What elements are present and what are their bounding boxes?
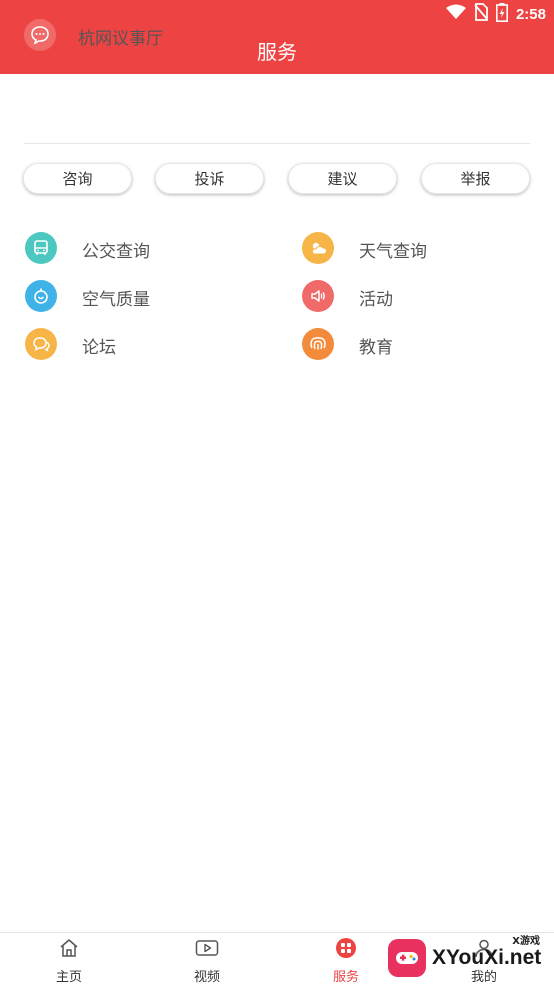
report-button[interactable]: 举报 bbox=[421, 163, 530, 194]
hall-label: 杭网议事厅 bbox=[78, 29, 163, 49]
tab-home[interactable]: 主页 bbox=[29, 937, 109, 985]
bus-icon bbox=[25, 232, 57, 264]
watermark: XYouXi.net X游戏 bbox=[388, 930, 554, 986]
watermark-subtext: X游戏 bbox=[512, 936, 540, 947]
no-sim-icon bbox=[474, 3, 488, 25]
tab-video-label: 视频 bbox=[193, 970, 220, 985]
service-air-quality[interactable]: 空气质量 bbox=[25, 279, 255, 313]
speaker-icon bbox=[302, 280, 334, 312]
air-quality-icon bbox=[25, 280, 57, 312]
gamepad-icon bbox=[388, 939, 426, 977]
service-forum[interactable]: 论坛 bbox=[25, 327, 255, 361]
service-label: 空气质量 bbox=[82, 290, 150, 310]
education-icon bbox=[302, 328, 334, 360]
service-label: 教育 bbox=[359, 338, 393, 358]
service-bus-query[interactable]: 公交查询 bbox=[25, 231, 255, 265]
battery-icon bbox=[495, 2, 508, 26]
tab-services[interactable]: 服务 bbox=[306, 937, 386, 985]
service-label: 活动 bbox=[359, 290, 393, 310]
service-weather-query[interactable]: 天气查询 bbox=[302, 231, 532, 265]
video-icon bbox=[195, 937, 219, 963]
service-label: 天气查询 bbox=[359, 242, 427, 262]
chat-bubble-icon bbox=[24, 19, 56, 51]
consult-button[interactable]: 咨询 bbox=[23, 163, 132, 194]
status-bar: 2:58 bbox=[445, 0, 546, 28]
tab-home-label: 主页 bbox=[55, 970, 82, 985]
divider bbox=[24, 143, 530, 144]
wifi-icon bbox=[445, 4, 466, 24]
service-label: 公交查询 bbox=[82, 242, 150, 262]
watermark-text: XYouXi.net bbox=[432, 946, 542, 969]
status-time: 2:58 bbox=[515, 5, 546, 23]
grid-icon bbox=[335, 937, 357, 963]
forum-icon bbox=[25, 328, 57, 360]
service-education[interactable]: 教育 bbox=[302, 327, 532, 361]
complaint-button[interactable]: 投诉 bbox=[155, 163, 264, 194]
weather-icon bbox=[302, 232, 334, 264]
service-activities[interactable]: 活动 bbox=[302, 279, 532, 313]
tab-services-label: 服务 bbox=[332, 970, 359, 985]
tab-video[interactable]: 视频 bbox=[167, 937, 247, 985]
suggestion-button[interactable]: 建议 bbox=[288, 163, 397, 194]
service-label: 论坛 bbox=[82, 338, 116, 358]
home-icon bbox=[58, 937, 80, 963]
